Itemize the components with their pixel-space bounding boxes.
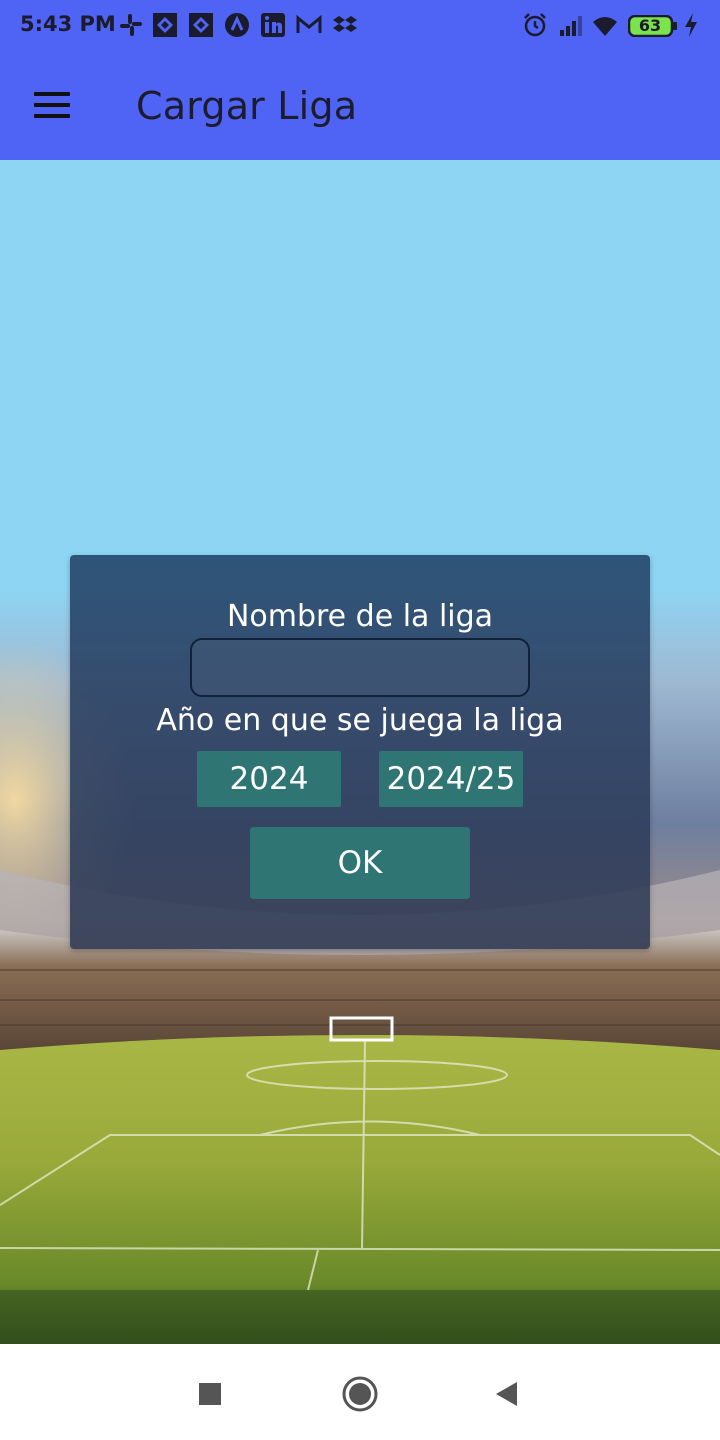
jira-icon	[153, 13, 177, 37]
load-league-dialog: Nombre de la liga Año en que se juega la…	[70, 555, 650, 949]
year-single-option[interactable]: 2024	[197, 751, 341, 807]
league-name-label: Nombre de la liga	[226, 599, 494, 634]
status-bar: 5:43 PM 63	[0, 0, 720, 50]
battery-level: 63	[638, 16, 662, 35]
alarm-icon	[524, 13, 546, 37]
dropbox-icon	[333, 16, 357, 32]
league-name-input[interactable]	[190, 638, 530, 697]
wifi-icon	[593, 17, 617, 36]
back-triangle-icon[interactable]	[486, 1372, 530, 1416]
app-bar: Cargar Liga	[0, 50, 720, 160]
navigation-bar	[0, 1344, 720, 1440]
league-year-label: Año en que se juega la liga	[156, 703, 564, 738]
gmail-icon	[296, 14, 322, 33]
signal-icon	[560, 16, 582, 36]
year-season-option[interactable]: 2024/25	[379, 751, 523, 807]
status-time: 5:43 PM	[20, 12, 116, 36]
system-icons: 63	[518, 10, 708, 40]
ok-button[interactable]: OK	[250, 827, 470, 899]
jira-icon	[189, 13, 213, 37]
recents-square-icon[interactable]	[188, 1372, 232, 1416]
slack-icon	[120, 14, 142, 36]
hamburger-menu-icon[interactable]	[22, 78, 82, 132]
linkedin-icon	[261, 13, 285, 37]
home-circle-icon[interactable]	[338, 1372, 382, 1416]
arc-icon	[225, 13, 249, 37]
page-title: Cargar Liga	[136, 84, 358, 128]
charging-icon	[685, 13, 697, 37]
battery-icon: 63	[628, 15, 678, 37]
